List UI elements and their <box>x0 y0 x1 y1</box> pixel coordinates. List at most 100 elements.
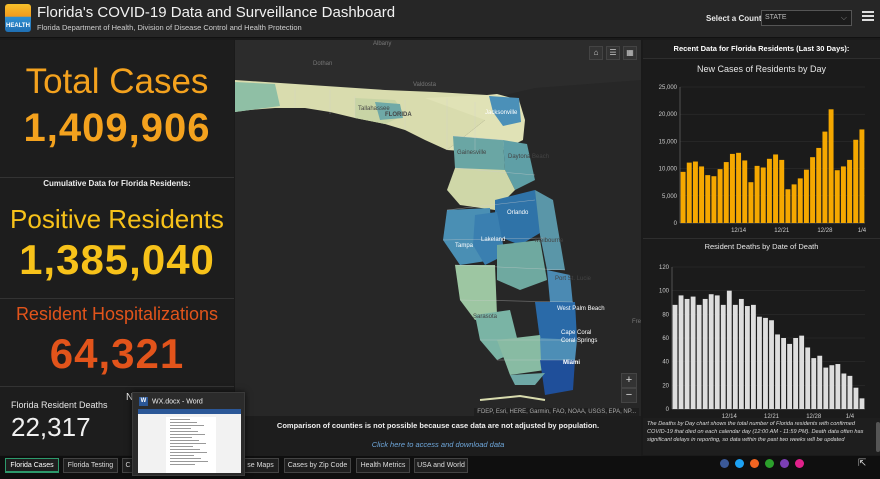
chart-bar[interactable] <box>738 298 744 409</box>
chart-bar[interactable] <box>805 347 811 409</box>
chart-bar[interactable] <box>816 147 822 223</box>
chart-bar[interactable] <box>711 176 717 223</box>
chart-bar[interactable] <box>763 317 768 409</box>
tab-florida-cases[interactable]: Florida Cases <box>5 458 59 473</box>
chart-bar[interactable] <box>822 131 828 223</box>
external-link-icon[interactable]: ⇱ <box>858 458 866 469</box>
y-tick-label: 5,000 <box>662 194 678 200</box>
chart-bar[interactable] <box>757 316 762 409</box>
chart-bar[interactable] <box>699 166 705 223</box>
rss-icon[interactable] <box>750 459 759 468</box>
download-data-link[interactable]: Click here to access and download data <box>235 440 641 449</box>
chart-bar[interactable] <box>754 165 760 223</box>
social-links <box>720 459 804 468</box>
menu-icon[interactable] <box>862 11 874 21</box>
chart-bar[interactable] <box>823 367 829 409</box>
tab-florida-testing[interactable]: Florida Testing <box>63 458 118 473</box>
chart-bar[interactable] <box>787 343 793 409</box>
map-label-jacksonville: Jacksonville <box>485 110 518 116</box>
home-icon[interactable]: ⌂ <box>589 46 603 60</box>
chart-bar[interactable] <box>742 160 748 223</box>
chart-bar[interactable] <box>769 320 774 409</box>
taskbar-preview-popup[interactable]: W WX.docx - Word <box>132 392 245 476</box>
comparison-note: Comparison of counties is not possible b… <box>276 421 600 430</box>
map-label-dothan: Dothan <box>313 61 333 67</box>
map-label-port-st-lucie: Port St. Lucie <box>555 276 592 282</box>
chart-bar[interactable] <box>829 365 835 409</box>
chart-bar[interactable] <box>720 304 726 409</box>
chart-bar[interactable] <box>729 153 735 223</box>
chart-bar[interactable] <box>817 355 823 409</box>
chart-bar[interactable] <box>672 304 678 409</box>
document-thumbnail[interactable] <box>138 409 241 473</box>
chart-bar[interactable] <box>751 304 756 409</box>
chart-bar[interactable] <box>680 171 686 223</box>
chart-bar[interactable] <box>779 159 785 223</box>
basemap-icon[interactable]: ▦ <box>623 46 637 60</box>
chart-bar[interactable] <box>732 304 738 409</box>
zoom-out-button[interactable]: − <box>621 388 637 403</box>
chart-bar[interactable] <box>803 169 809 223</box>
chart-bar[interactable] <box>828 109 834 223</box>
florida-map-svg[interactable] <box>235 40 641 416</box>
chart-bar[interactable] <box>684 298 690 409</box>
chart-bar[interactable] <box>714 295 720 409</box>
chart-bar[interactable] <box>853 139 859 223</box>
tab-cases-by-zip[interactable]: Cases by Zip Code <box>284 458 351 473</box>
chart-bar[interactable] <box>773 154 779 223</box>
note-scrollbar[interactable] <box>876 422 880 452</box>
chart-bar[interactable] <box>799 335 805 409</box>
tab-health-metrics[interactable]: Health Metrics <box>356 458 410 473</box>
chart-bar[interactable] <box>696 304 702 409</box>
chart-bar[interactable] <box>841 373 847 410</box>
county-map[interactable]: Albany Dothan Valdosta Tallahassee FLORI… <box>235 40 641 416</box>
county-select[interactable]: STATE ⌵ <box>761 10 852 26</box>
resident-deaths-value: 22,317 <box>11 412 91 442</box>
chart-bar[interactable] <box>834 170 840 223</box>
chart-bar[interactable] <box>686 162 692 223</box>
chart-bar[interactable] <box>717 169 723 223</box>
chart-bar[interactable] <box>736 152 742 223</box>
chart-bar[interactable] <box>726 290 732 409</box>
chart-bar[interactable] <box>810 157 816 223</box>
chart-bar[interactable] <box>847 159 853 223</box>
map-attribution[interactable]: FDEP, Esri, HERE, Garmin, FAO, NOAA, USG… <box>474 408 639 416</box>
chart-bar[interactable] <box>859 398 865 409</box>
chart-bar[interactable] <box>708 294 714 409</box>
tab-case-maps[interactable]: se Maps <box>243 458 279 473</box>
chart-bar[interactable] <box>781 338 786 409</box>
chart-bar[interactable] <box>797 178 803 223</box>
link-icon[interactable] <box>795 459 804 468</box>
total-cases-value: 1,409,906 <box>23 106 211 150</box>
chart-bar[interactable] <box>811 358 817 409</box>
chart-bar[interactable] <box>840 166 846 223</box>
share-icon[interactable] <box>765 459 774 468</box>
chart-bar[interactable] <box>847 375 853 409</box>
zoom-in-button[interactable]: + <box>621 373 637 388</box>
chart-bar[interactable] <box>785 189 791 223</box>
page-title: Florida's COVID-19 Data and Surveillance… <box>37 4 396 21</box>
email-icon[interactable] <box>780 459 789 468</box>
chart-bar[interactable] <box>748 182 754 223</box>
chart-bar[interactable] <box>690 296 696 409</box>
chart-bar[interactable] <box>692 161 698 223</box>
twitter-icon[interactable] <box>735 459 744 468</box>
chart-bar[interactable] <box>793 338 799 409</box>
chart-bar[interactable] <box>835 364 841 409</box>
chart-bar[interactable] <box>744 306 750 409</box>
chart-bar[interactable] <box>791 184 797 223</box>
facebook-icon[interactable] <box>720 459 729 468</box>
chart-bar[interactable] <box>760 167 766 223</box>
chart-bar[interactable] <box>859 129 865 223</box>
chart-bar[interactable] <box>766 158 772 223</box>
chart-bar[interactable] <box>702 298 708 409</box>
chart-bar[interactable] <box>775 334 780 409</box>
deaths-chart: Resident Deaths by Date of Death 0 20 40 60… <box>643 238 880 419</box>
legend-icon[interactable]: ☰ <box>606 46 620 60</box>
tab-usa-world[interactable]: USA and World <box>414 458 468 473</box>
chart-bar[interactable] <box>705 175 711 223</box>
chart-bar[interactable] <box>853 387 859 409</box>
chart-bar[interactable] <box>678 295 684 409</box>
header: HEALTH Florida's COVID-19 Data and Surve… <box>0 0 880 38</box>
chart-bar[interactable] <box>723 162 729 223</box>
